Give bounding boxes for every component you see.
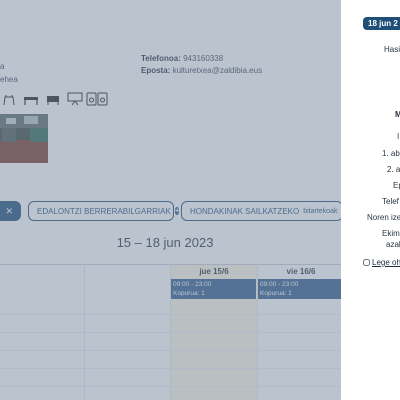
- field-label: I: [397, 132, 400, 141]
- field-label: 2. a: [387, 165, 400, 174]
- modal-backdrop[interactable]: [0, 0, 341, 400]
- selected-date-badge: 18 jun 2: [363, 17, 400, 30]
- field-label: azal: [386, 240, 400, 249]
- section-label: M: [395, 110, 400, 119]
- booking-side-panel: 18 jun 2 Hasi M I 1. abi 2. a Ep Telef N…: [341, 0, 400, 400]
- field-label: Noren ize: [367, 213, 400, 222]
- field-label: Ekime: [382, 229, 400, 238]
- field-label: Telef: [382, 197, 399, 206]
- terms-checkbox-row[interactable]: Lege oha: [363, 258, 400, 267]
- start-label: Hasi: [384, 45, 400, 54]
- field-label: Ep: [393, 181, 400, 190]
- terms-checkbox[interactable]: [363, 259, 370, 266]
- venue-page: a ehea Telefonoa: 943160338 Eposta: kult…: [0, 0, 341, 400]
- field-label: 1. abi: [382, 149, 400, 158]
- terms-link[interactable]: Lege oha: [372, 258, 400, 267]
